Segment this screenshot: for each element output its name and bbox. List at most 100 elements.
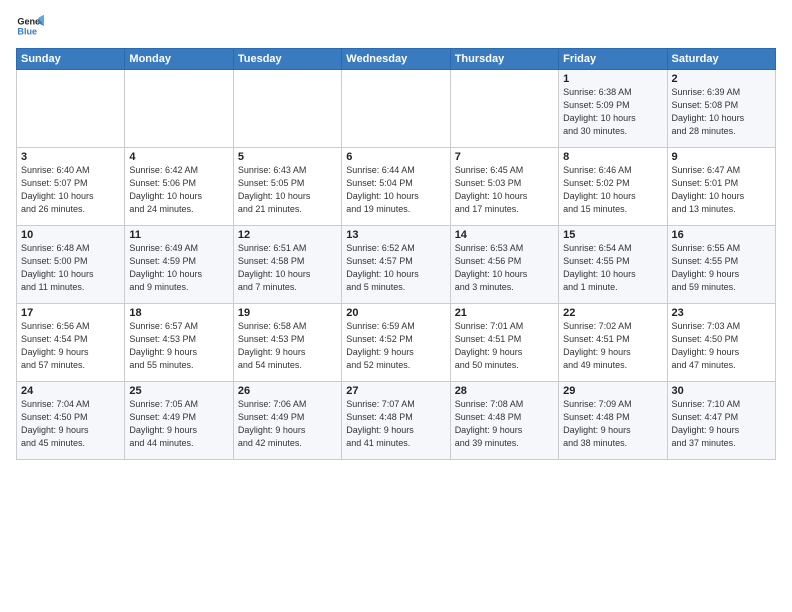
day-number: 27	[346, 385, 445, 397]
weekday-header-wednesday: Wednesday	[342, 49, 450, 70]
calendar-cell: 18Sunrise: 6:57 AM Sunset: 4:53 PM Dayli…	[125, 304, 233, 382]
week-row-3: 10Sunrise: 6:48 AM Sunset: 5:00 PM Dayli…	[17, 226, 776, 304]
calendar-cell: 2Sunrise: 6:39 AM Sunset: 5:08 PM Daylig…	[667, 70, 775, 148]
calendar-cell	[342, 70, 450, 148]
calendar-cell: 26Sunrise: 7:06 AM Sunset: 4:49 PM Dayli…	[233, 382, 341, 460]
day-info: Sunrise: 6:58 AM Sunset: 4:53 PM Dayligh…	[238, 320, 337, 372]
day-number: 21	[455, 307, 554, 319]
day-info: Sunrise: 7:07 AM Sunset: 4:48 PM Dayligh…	[346, 398, 445, 450]
calendar-cell: 10Sunrise: 6:48 AM Sunset: 5:00 PM Dayli…	[17, 226, 125, 304]
weekday-header-row: SundayMondayTuesdayWednesdayThursdayFrid…	[17, 49, 776, 70]
day-number: 11	[129, 229, 228, 241]
calendar-cell: 22Sunrise: 7:02 AM Sunset: 4:51 PM Dayli…	[559, 304, 667, 382]
calendar-cell	[233, 70, 341, 148]
day-info: Sunrise: 6:39 AM Sunset: 5:08 PM Dayligh…	[672, 86, 771, 138]
day-info: Sunrise: 6:44 AM Sunset: 5:04 PM Dayligh…	[346, 164, 445, 216]
day-info: Sunrise: 6:52 AM Sunset: 4:57 PM Dayligh…	[346, 242, 445, 294]
day-info: Sunrise: 7:05 AM Sunset: 4:49 PM Dayligh…	[129, 398, 228, 450]
weekday-header-tuesday: Tuesday	[233, 49, 341, 70]
page-container: General Blue SundayMondayTuesdayWednesda…	[0, 0, 792, 468]
day-number: 7	[455, 151, 554, 163]
calendar-cell: 21Sunrise: 7:01 AM Sunset: 4:51 PM Dayli…	[450, 304, 558, 382]
weekday-header-sunday: Sunday	[17, 49, 125, 70]
calendar-cell: 6Sunrise: 6:44 AM Sunset: 5:04 PM Daylig…	[342, 148, 450, 226]
day-number: 9	[672, 151, 771, 163]
day-info: Sunrise: 6:57 AM Sunset: 4:53 PM Dayligh…	[129, 320, 228, 372]
week-row-4: 17Sunrise: 6:56 AM Sunset: 4:54 PM Dayli…	[17, 304, 776, 382]
calendar-cell: 12Sunrise: 6:51 AM Sunset: 4:58 PM Dayli…	[233, 226, 341, 304]
calendar-cell: 20Sunrise: 6:59 AM Sunset: 4:52 PM Dayli…	[342, 304, 450, 382]
calendar-cell: 8Sunrise: 6:46 AM Sunset: 5:02 PM Daylig…	[559, 148, 667, 226]
calendar-table: SundayMondayTuesdayWednesdayThursdayFrid…	[16, 48, 776, 460]
calendar-cell: 27Sunrise: 7:07 AM Sunset: 4:48 PM Dayli…	[342, 382, 450, 460]
day-info: Sunrise: 6:42 AM Sunset: 5:06 PM Dayligh…	[129, 164, 228, 216]
calendar-cell: 17Sunrise: 6:56 AM Sunset: 4:54 PM Dayli…	[17, 304, 125, 382]
day-number: 19	[238, 307, 337, 319]
day-number: 3	[21, 151, 120, 163]
day-number: 26	[238, 385, 337, 397]
day-number: 5	[238, 151, 337, 163]
day-info: Sunrise: 7:10 AM Sunset: 4:47 PM Dayligh…	[672, 398, 771, 450]
calendar-cell: 25Sunrise: 7:05 AM Sunset: 4:49 PM Dayli…	[125, 382, 233, 460]
day-info: Sunrise: 7:03 AM Sunset: 4:50 PM Dayligh…	[672, 320, 771, 372]
calendar-cell: 1Sunrise: 6:38 AM Sunset: 5:09 PM Daylig…	[559, 70, 667, 148]
calendar-cell: 23Sunrise: 7:03 AM Sunset: 4:50 PM Dayli…	[667, 304, 775, 382]
weekday-header-thursday: Thursday	[450, 49, 558, 70]
calendar-cell: 30Sunrise: 7:10 AM Sunset: 4:47 PM Dayli…	[667, 382, 775, 460]
day-number: 20	[346, 307, 445, 319]
calendar-cell: 24Sunrise: 7:04 AM Sunset: 4:50 PM Dayli…	[17, 382, 125, 460]
day-info: Sunrise: 7:06 AM Sunset: 4:49 PM Dayligh…	[238, 398, 337, 450]
day-number: 13	[346, 229, 445, 241]
day-number: 12	[238, 229, 337, 241]
weekday-header-friday: Friday	[559, 49, 667, 70]
day-info: Sunrise: 7:02 AM Sunset: 4:51 PM Dayligh…	[563, 320, 662, 372]
calendar-cell: 19Sunrise: 6:58 AM Sunset: 4:53 PM Dayli…	[233, 304, 341, 382]
logo-icon: General Blue	[16, 12, 44, 40]
day-number: 10	[21, 229, 120, 241]
week-row-1: 1Sunrise: 6:38 AM Sunset: 5:09 PM Daylig…	[17, 70, 776, 148]
week-row-2: 3Sunrise: 6:40 AM Sunset: 5:07 PM Daylig…	[17, 148, 776, 226]
day-info: Sunrise: 6:46 AM Sunset: 5:02 PM Dayligh…	[563, 164, 662, 216]
day-number: 14	[455, 229, 554, 241]
day-info: Sunrise: 7:08 AM Sunset: 4:48 PM Dayligh…	[455, 398, 554, 450]
day-info: Sunrise: 6:49 AM Sunset: 4:59 PM Dayligh…	[129, 242, 228, 294]
calendar-cell	[17, 70, 125, 148]
day-info: Sunrise: 6:55 AM Sunset: 4:55 PM Dayligh…	[672, 242, 771, 294]
calendar-cell: 28Sunrise: 7:08 AM Sunset: 4:48 PM Dayli…	[450, 382, 558, 460]
day-number: 6	[346, 151, 445, 163]
calendar-cell: 5Sunrise: 6:43 AM Sunset: 5:05 PM Daylig…	[233, 148, 341, 226]
calendar-cell: 13Sunrise: 6:52 AM Sunset: 4:57 PM Dayli…	[342, 226, 450, 304]
day-info: Sunrise: 6:43 AM Sunset: 5:05 PM Dayligh…	[238, 164, 337, 216]
calendar-cell: 4Sunrise: 6:42 AM Sunset: 5:06 PM Daylig…	[125, 148, 233, 226]
day-number: 1	[563, 73, 662, 85]
day-number: 2	[672, 73, 771, 85]
day-number: 29	[563, 385, 662, 397]
day-number: 15	[563, 229, 662, 241]
day-number: 17	[21, 307, 120, 319]
day-info: Sunrise: 6:38 AM Sunset: 5:09 PM Dayligh…	[563, 86, 662, 138]
day-number: 24	[21, 385, 120, 397]
day-info: Sunrise: 7:04 AM Sunset: 4:50 PM Dayligh…	[21, 398, 120, 450]
day-number: 23	[672, 307, 771, 319]
day-info: Sunrise: 6:53 AM Sunset: 4:56 PM Dayligh…	[455, 242, 554, 294]
day-number: 22	[563, 307, 662, 319]
week-row-5: 24Sunrise: 7:04 AM Sunset: 4:50 PM Dayli…	[17, 382, 776, 460]
day-number: 28	[455, 385, 554, 397]
day-info: Sunrise: 6:40 AM Sunset: 5:07 PM Dayligh…	[21, 164, 120, 216]
calendar-cell	[450, 70, 558, 148]
calendar-cell	[125, 70, 233, 148]
calendar-cell: 15Sunrise: 6:54 AM Sunset: 4:55 PM Dayli…	[559, 226, 667, 304]
day-info: Sunrise: 6:54 AM Sunset: 4:55 PM Dayligh…	[563, 242, 662, 294]
day-info: Sunrise: 6:48 AM Sunset: 5:00 PM Dayligh…	[21, 242, 120, 294]
day-number: 18	[129, 307, 228, 319]
weekday-header-saturday: Saturday	[667, 49, 775, 70]
logo: General Blue	[16, 12, 44, 40]
day-number: 4	[129, 151, 228, 163]
calendar-cell: 14Sunrise: 6:53 AM Sunset: 4:56 PM Dayli…	[450, 226, 558, 304]
calendar-cell: 7Sunrise: 6:45 AM Sunset: 5:03 PM Daylig…	[450, 148, 558, 226]
svg-text:Blue: Blue	[17, 26, 37, 36]
day-info: Sunrise: 6:45 AM Sunset: 5:03 PM Dayligh…	[455, 164, 554, 216]
header: General Blue	[16, 12, 776, 40]
calendar-cell: 11Sunrise: 6:49 AM Sunset: 4:59 PM Dayli…	[125, 226, 233, 304]
day-number: 8	[563, 151, 662, 163]
